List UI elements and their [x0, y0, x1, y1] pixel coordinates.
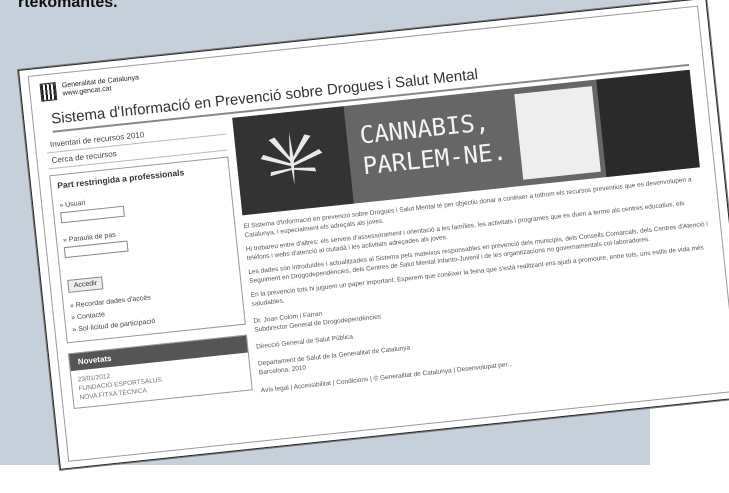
cannabis-leaf-icon — [260, 132, 323, 185]
photo-scene: rtekomantes. Generalitat de Catalunya ww… — [0, 0, 729, 493]
banner-leaf-panel — [232, 106, 354, 216]
banner-poster-thumbnails — [514, 86, 601, 180]
top-caption: rtekomantes. — [18, 0, 118, 11]
login-box: Part restringida a professionals » Usuar… — [49, 156, 246, 344]
banner-text: CANNABIS, PARLEM-NE. — [358, 106, 508, 183]
generalitat-logo[interactable]: Generalitat de Catalunya www.gencat.cat — [39, 73, 141, 102]
main-content: El Sistema d'Informació en prevenció sob… — [243, 175, 720, 394]
password-label: » Paraula de pas — [62, 231, 117, 245]
user-label: » Usuari — [59, 199, 86, 210]
browser-viewport: Generalitat de Catalunya www.gencat.cat … — [27, 5, 729, 462]
banner-photo — [596, 69, 700, 178]
left-sidebar: Inventari de recursos 2010 Cerca de recu… — [45, 118, 253, 410]
website-screenshot-card: Generalitat de Catalunya www.gencat.cat … — [18, 0, 729, 470]
account-links: » Recordar dades d'accés » Contacte » So… — [70, 286, 238, 333]
generalitat-logo-icon — [39, 82, 58, 102]
login-heading: Part restringida a professionals — [56, 167, 185, 191]
login-button[interactable]: Accedir — [67, 276, 104, 293]
logo-text: Generalitat de Catalunya www.gencat.cat — [62, 74, 141, 98]
news-box: Novetats 23/01/2012 FUNDACIÓ ESPORTSALUS… — [67, 334, 253, 410]
